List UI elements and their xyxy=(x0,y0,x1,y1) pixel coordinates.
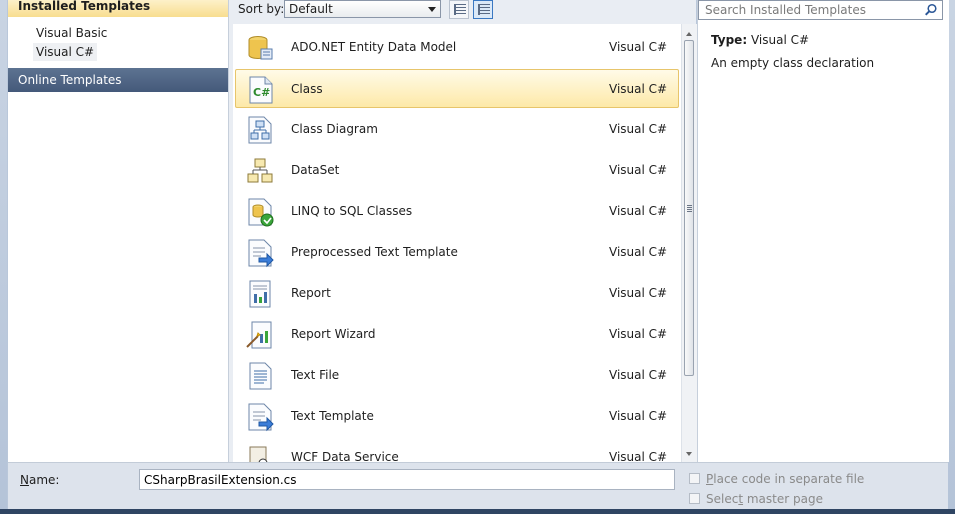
search-input[interactable] xyxy=(699,1,929,19)
place-code-label: Place code in separate file xyxy=(706,471,864,487)
report-icon xyxy=(249,280,271,308)
template-row[interactable]: Report Visual C# xyxy=(235,274,679,313)
tree-item-visual-csharp[interactable]: Visual C# xyxy=(33,43,98,61)
tree-item-visual-basic[interactable]: Visual Basic xyxy=(36,24,107,42)
template-details-pane: Type: Visual C# An empty class declarati… xyxy=(697,0,949,462)
scrollbar-thumb[interactable] xyxy=(684,40,694,376)
template-name: Preprocessed Text Template xyxy=(291,245,458,259)
template-row[interactable]: Report Wizard Visual C# xyxy=(235,315,679,354)
installed-templates-header[interactable]: Installed Templates xyxy=(8,0,228,17)
template-language: Visual C# xyxy=(609,82,668,96)
template-row-selected[interactable]: C# Class Visual C# xyxy=(235,69,679,108)
template-name: DataSet xyxy=(291,163,340,177)
window-frame-right xyxy=(948,0,955,514)
dataset-icon xyxy=(247,158,273,183)
scroll-down-icon[interactable] xyxy=(686,452,692,456)
template-row[interactable]: DataSet Visual C# xyxy=(235,151,679,190)
sort-by-dropdown[interactable]: Default xyxy=(284,0,441,18)
name-label: Name: xyxy=(20,472,59,488)
search-box xyxy=(698,0,943,20)
template-name: Class xyxy=(291,82,323,96)
place-code-label-rest: lace code in separate file xyxy=(713,472,865,486)
window-frame-left xyxy=(0,0,7,514)
select-master-label-rest: master page xyxy=(743,492,823,506)
text-file-icon xyxy=(249,362,272,390)
grip-icon xyxy=(687,205,692,212)
select-master-label-prefix: Selec xyxy=(706,492,739,506)
search-icon[interactable] xyxy=(924,3,938,17)
list-view-button[interactable] xyxy=(473,0,493,19)
template-name: Text File xyxy=(291,368,340,382)
template-language: Visual C# xyxy=(609,368,668,382)
template-row[interactable]: Preprocessed Text Template Visual C# xyxy=(235,233,679,272)
entity-data-model-icon xyxy=(248,36,273,60)
template-type: Type: Visual C# xyxy=(711,32,809,48)
linq-to-sql-icon xyxy=(248,198,274,227)
template-row[interactable]: LINQ to SQL Classes Visual C# xyxy=(235,192,679,231)
template-row[interactable]: Text File Visual C# xyxy=(235,356,679,395)
text-template-icon xyxy=(248,403,274,432)
template-row[interactable]: ADO.NET Entity Data Model Visual C# xyxy=(235,28,679,67)
template-name: WCF Data Service xyxy=(291,450,399,462)
list-view-icon xyxy=(478,4,490,15)
template-description: An empty class declaration xyxy=(711,56,875,70)
dropdown-arrow-icon xyxy=(428,7,436,12)
template-name: LINQ to SQL Classes xyxy=(291,204,413,218)
template-language: Visual C# xyxy=(609,450,668,462)
template-language: Visual C# xyxy=(609,409,668,423)
template-language: Visual C# xyxy=(609,286,668,300)
name-bar: Name: Place code in separate file Select… xyxy=(8,462,948,510)
template-name: Report Wizard xyxy=(291,327,376,341)
select-master-label: Select master page xyxy=(706,491,823,507)
template-row[interactable]: Text Template Visual C# xyxy=(235,397,679,436)
class-cs-icon: C# xyxy=(249,76,273,104)
preprocessed-template-icon xyxy=(248,239,274,268)
template-row[interactable]: Class Diagram Visual C# xyxy=(235,110,679,149)
small-icons-view-icon xyxy=(454,4,466,15)
place-code-checkbox[interactable] xyxy=(689,473,700,484)
template-name: ADO.NET Entity Data Model xyxy=(291,40,457,54)
name-field[interactable] xyxy=(139,469,675,490)
type-value: Visual C# xyxy=(750,33,810,47)
template-name: Text Template xyxy=(291,409,374,423)
template-language: Visual C# xyxy=(609,245,668,259)
template-category-tree: Installed Templates Visual Basic Visual … xyxy=(8,0,229,462)
name-label-rest: ame: xyxy=(28,473,60,487)
sort-toolbar: Sort by: Default xyxy=(229,0,696,24)
template-language: Visual C# xyxy=(609,40,668,54)
template-row[interactable]: WCF Data Service Visual C# xyxy=(235,438,679,462)
template-name: Report xyxy=(291,286,331,300)
name-label-mnemonic: N xyxy=(20,473,29,487)
svg-text:C#: C# xyxy=(253,86,270,99)
select-master-checkbox[interactable] xyxy=(689,493,700,504)
template-list-scrollbar[interactable] xyxy=(681,24,697,462)
class-diagram-icon xyxy=(248,116,272,144)
report-wizard-icon xyxy=(246,321,272,349)
scroll-up-icon[interactable] xyxy=(686,32,692,36)
template-language: Visual C# xyxy=(609,327,668,341)
template-language: Visual C# xyxy=(609,163,668,177)
template-language: Visual C# xyxy=(609,122,668,136)
template-list: ADO.NET Entity Data Model Visual C# C# C… xyxy=(233,24,681,462)
wcf-data-service-icon xyxy=(249,446,268,462)
template-language: Visual C# xyxy=(609,204,668,218)
template-list-pane: Sort by: Default ADO.NET Entity Data Mod… xyxy=(229,0,697,462)
small-icons-view-button[interactable] xyxy=(449,0,469,19)
type-label: Type: xyxy=(711,33,748,47)
sort-by-label: Sort by: xyxy=(238,2,285,16)
sort-by-value: Default xyxy=(289,2,333,16)
window-bottom-edge xyxy=(0,509,955,514)
template-name: Class Diagram xyxy=(291,122,378,136)
online-templates-header[interactable]: Online Templates xyxy=(8,68,228,92)
